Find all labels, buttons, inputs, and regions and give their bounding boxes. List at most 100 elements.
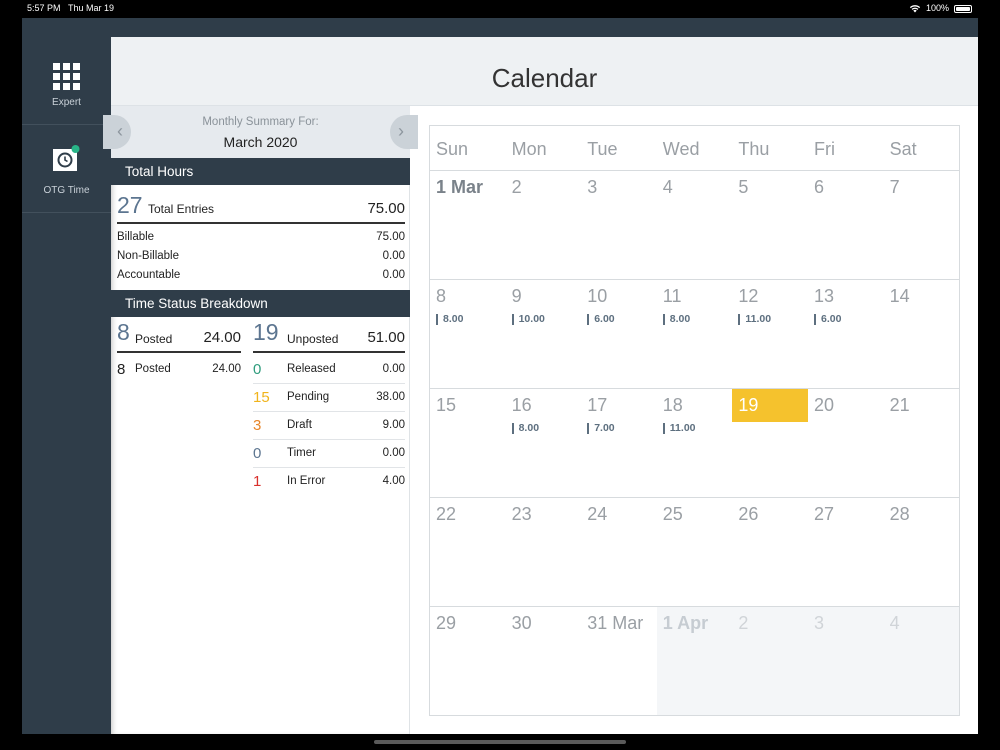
otg-timer-icon xyxy=(53,145,80,171)
calendar-day[interactable]: 5 xyxy=(732,171,808,198)
weekday-header: Wed xyxy=(662,139,700,159)
calendar-day[interactable]: 13 xyxy=(808,280,884,307)
status-count: 0 xyxy=(253,445,262,462)
sidebar-item-expert[interactable]: Expert xyxy=(22,37,111,125)
total-hours-header: Total Hours xyxy=(111,158,410,185)
calendar-day[interactable]: 1 Mar xyxy=(430,171,506,198)
status-count: 1 xyxy=(253,473,262,490)
unposted-summary: 19 Unposted 51.00 xyxy=(253,319,405,353)
billable-label: Billable xyxy=(117,231,155,243)
next-month-button[interactable]: › xyxy=(390,115,418,149)
page-header: Calendar xyxy=(111,37,978,106)
calendar-day[interactable]: 25 xyxy=(657,498,733,525)
calendar-day[interactable]: 29 xyxy=(430,607,506,634)
battery-icon xyxy=(954,4,972,13)
calendar-day[interactable]: 17 xyxy=(581,389,657,416)
calendar-day-today[interactable]: 19 xyxy=(732,389,808,422)
total-entries-value: 75.00 xyxy=(367,200,405,217)
day-hours: 7.00 xyxy=(587,423,615,434)
status-row: 0 Released 0.00 xyxy=(253,356,405,384)
calendar-day[interactable]: 6 xyxy=(808,171,884,198)
status-label: Draft xyxy=(287,419,312,431)
accountable-value: 0.00 xyxy=(382,269,405,281)
calendar-day[interactable]: 23 xyxy=(506,498,582,525)
calendar-day[interactable]: 20 xyxy=(808,389,884,416)
unposted-count: 19 xyxy=(253,319,279,345)
billable-value: 75.00 xyxy=(376,231,405,243)
status-date: Thu Mar 19 xyxy=(68,3,115,13)
day-hours: 6.00 xyxy=(814,314,841,325)
app-screen: Expert OTG Time Calendar ‹ Monthly Summa… xyxy=(22,18,978,734)
calendar-day[interactable]: 21 xyxy=(884,389,960,416)
calendar-day[interactable]: 26 xyxy=(732,498,808,525)
calendar-day[interactable]: 4 xyxy=(657,171,733,198)
status-time: 5:57 PM xyxy=(27,3,61,13)
status-value: 38.00 xyxy=(376,391,405,403)
day-hours: 8.00 xyxy=(662,314,690,325)
accountable-row: Accountable 0.00 xyxy=(117,269,405,287)
unposted-value: 51.00 xyxy=(367,329,405,346)
calendar-day[interactable]: 24 xyxy=(581,498,657,525)
calendar-day[interactable]: 16 xyxy=(506,389,582,416)
calendar-day[interactable]: 9 xyxy=(506,280,582,307)
day-hours: 11.00 xyxy=(738,314,771,325)
posted-label: Posted xyxy=(135,332,173,346)
non-billable-row: Non-Billable 0.00 xyxy=(117,250,405,268)
calendar-day[interactable]: 18 xyxy=(657,389,733,416)
calendar-day[interactable]: 30 xyxy=(506,607,582,634)
calendar-day[interactable]: 2 xyxy=(506,171,582,198)
calendar-day[interactable]: 8 xyxy=(430,280,506,307)
accountable-label: Accountable xyxy=(117,269,181,281)
posted-summary: 8 Posted 24.00 xyxy=(117,319,241,353)
total-entries-label: Total Entries xyxy=(148,202,215,216)
day-hours: 8.00 xyxy=(436,314,463,325)
status-value: 0.00 xyxy=(382,447,405,459)
status-count: 3 xyxy=(253,417,262,434)
wifi-icon xyxy=(909,5,921,13)
calendar-day[interactable]: 11 xyxy=(657,280,733,307)
billable-row: Billable 75.00 xyxy=(117,231,405,249)
calendar-day[interactable]: 1 Apr xyxy=(657,607,733,634)
calendar-day[interactable]: 31 Mar xyxy=(581,607,657,634)
status-count: 0 xyxy=(253,361,262,378)
status-row: 0 Timer 0.00 xyxy=(253,440,405,468)
total-entries-count: 27 xyxy=(117,192,143,218)
calendar-day[interactable]: 12 xyxy=(732,280,808,307)
calendar-day[interactable]: 10 xyxy=(581,280,657,307)
calendar-day[interactable]: 22 xyxy=(430,498,506,525)
calendar-day[interactable]: 28 xyxy=(884,498,960,525)
status-time-date: 5:57 PM Thu Mar 19 xyxy=(27,0,114,17)
total-entries-row: 27 Total Entries 75.00 xyxy=(117,192,405,224)
posted-value: 24.00 xyxy=(203,329,241,346)
status-row: 3 Draft 9.00 xyxy=(253,412,405,440)
status-label: Pending xyxy=(287,391,330,403)
status-bar: 5:57 PM Thu Mar 19 100% xyxy=(0,0,1000,17)
top-strip xyxy=(22,18,978,37)
status-label: Posted xyxy=(135,363,171,375)
weekday-header: Sat xyxy=(889,139,917,159)
calendar-day[interactable]: 27 xyxy=(808,498,884,525)
day-hours: 11.00 xyxy=(662,423,696,434)
battery-percent: 100% xyxy=(925,3,949,13)
calendar-day[interactable]: 4 xyxy=(884,607,960,634)
status-count: 8 xyxy=(117,361,126,378)
calendar-day[interactable]: 3 xyxy=(581,171,657,198)
calendar-day[interactable]: 15 xyxy=(430,389,506,416)
non-billable-value: 0.00 xyxy=(382,250,405,262)
month-selector: ‹ Monthly Summary For: March 2020 › xyxy=(103,106,418,158)
calendar-day[interactable]: 2 xyxy=(732,607,808,634)
home-indicator xyxy=(374,740,626,744)
monthly-summary-panel: ‹ Monthly Summary For: March 2020 › Tota… xyxy=(103,106,418,734)
sidebar-item-label: OTG Time xyxy=(43,185,90,196)
calendar-day[interactable]: 3 xyxy=(808,607,884,634)
chevron-right-icon: › xyxy=(398,121,404,141)
weekday-header: Sun xyxy=(436,139,469,159)
sidebar-item-otg-time[interactable]: OTG Time xyxy=(22,125,111,213)
grid-icon xyxy=(53,63,80,90)
calendar-grid: Sun Mon Tue Wed Thu Fri Sat 1 Mar 2 3 4 5 6 7 8 8.00 9 10… xyxy=(429,125,960,716)
status-label: Released xyxy=(287,363,336,375)
calendar-day[interactable]: 14 xyxy=(884,280,960,307)
calendar-day[interactable]: 7 xyxy=(884,171,960,198)
summary-label: Monthly Summary For: xyxy=(202,116,319,128)
status-value: 9.00 xyxy=(382,419,405,431)
